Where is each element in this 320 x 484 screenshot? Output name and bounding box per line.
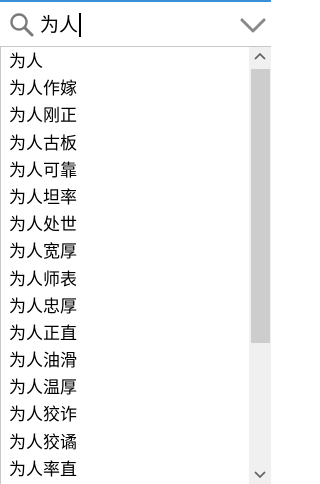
list-item[interactable]: 为人作嫁 xyxy=(1,76,248,103)
scroll-up-arrow-icon[interactable] xyxy=(249,47,271,67)
list-item[interactable]: 为人率直 xyxy=(1,457,248,484)
suggestion-dropdown: 为人 为人作嫁 为人刚正 为人古板 为人可靠 为人坦率 为人处世 为人宽厚 为人… xyxy=(0,47,271,484)
vertical-scrollbar[interactable] xyxy=(249,47,271,484)
list-item[interactable]: 为人可靠 xyxy=(1,158,248,185)
list-item[interactable]: 为人古板 xyxy=(1,131,248,158)
list-item[interactable]: 为人宽厚 xyxy=(1,239,248,266)
list-item[interactable]: 为人刚正 xyxy=(1,103,248,130)
scroll-down-arrow-icon[interactable] xyxy=(249,464,271,484)
search-icon[interactable] xyxy=(9,12,35,38)
list-item[interactable]: 为人处世 xyxy=(1,212,248,239)
list-item[interactable]: 为人坦率 xyxy=(1,185,248,212)
text-caret xyxy=(79,13,82,37)
chevron-down-icon[interactable] xyxy=(240,17,266,35)
list-item[interactable]: 为人油滑 xyxy=(1,348,248,375)
list-item[interactable]: 为人师表 xyxy=(1,267,248,294)
search-input-text: 为人 xyxy=(40,14,79,36)
scrollbar-thumb[interactable] xyxy=(251,69,270,343)
list-item[interactable]: 为人狡诈 xyxy=(1,402,248,429)
list-item[interactable]: 为人狡谲 xyxy=(1,430,248,457)
list-item[interactable]: 为人忠厚 xyxy=(1,294,248,321)
suggestion-list: 为人 为人作嫁 为人刚正 为人古板 为人可靠 为人坦率 为人处世 为人宽厚 为人… xyxy=(1,49,248,484)
list-item[interactable]: 为人 xyxy=(1,49,248,76)
list-item[interactable]: 为人正直 xyxy=(1,321,248,348)
search-input[interactable]: 为人 xyxy=(40,10,82,40)
search-bar: 为人 xyxy=(0,0,271,47)
list-item[interactable]: 为人温厚 xyxy=(1,375,248,402)
